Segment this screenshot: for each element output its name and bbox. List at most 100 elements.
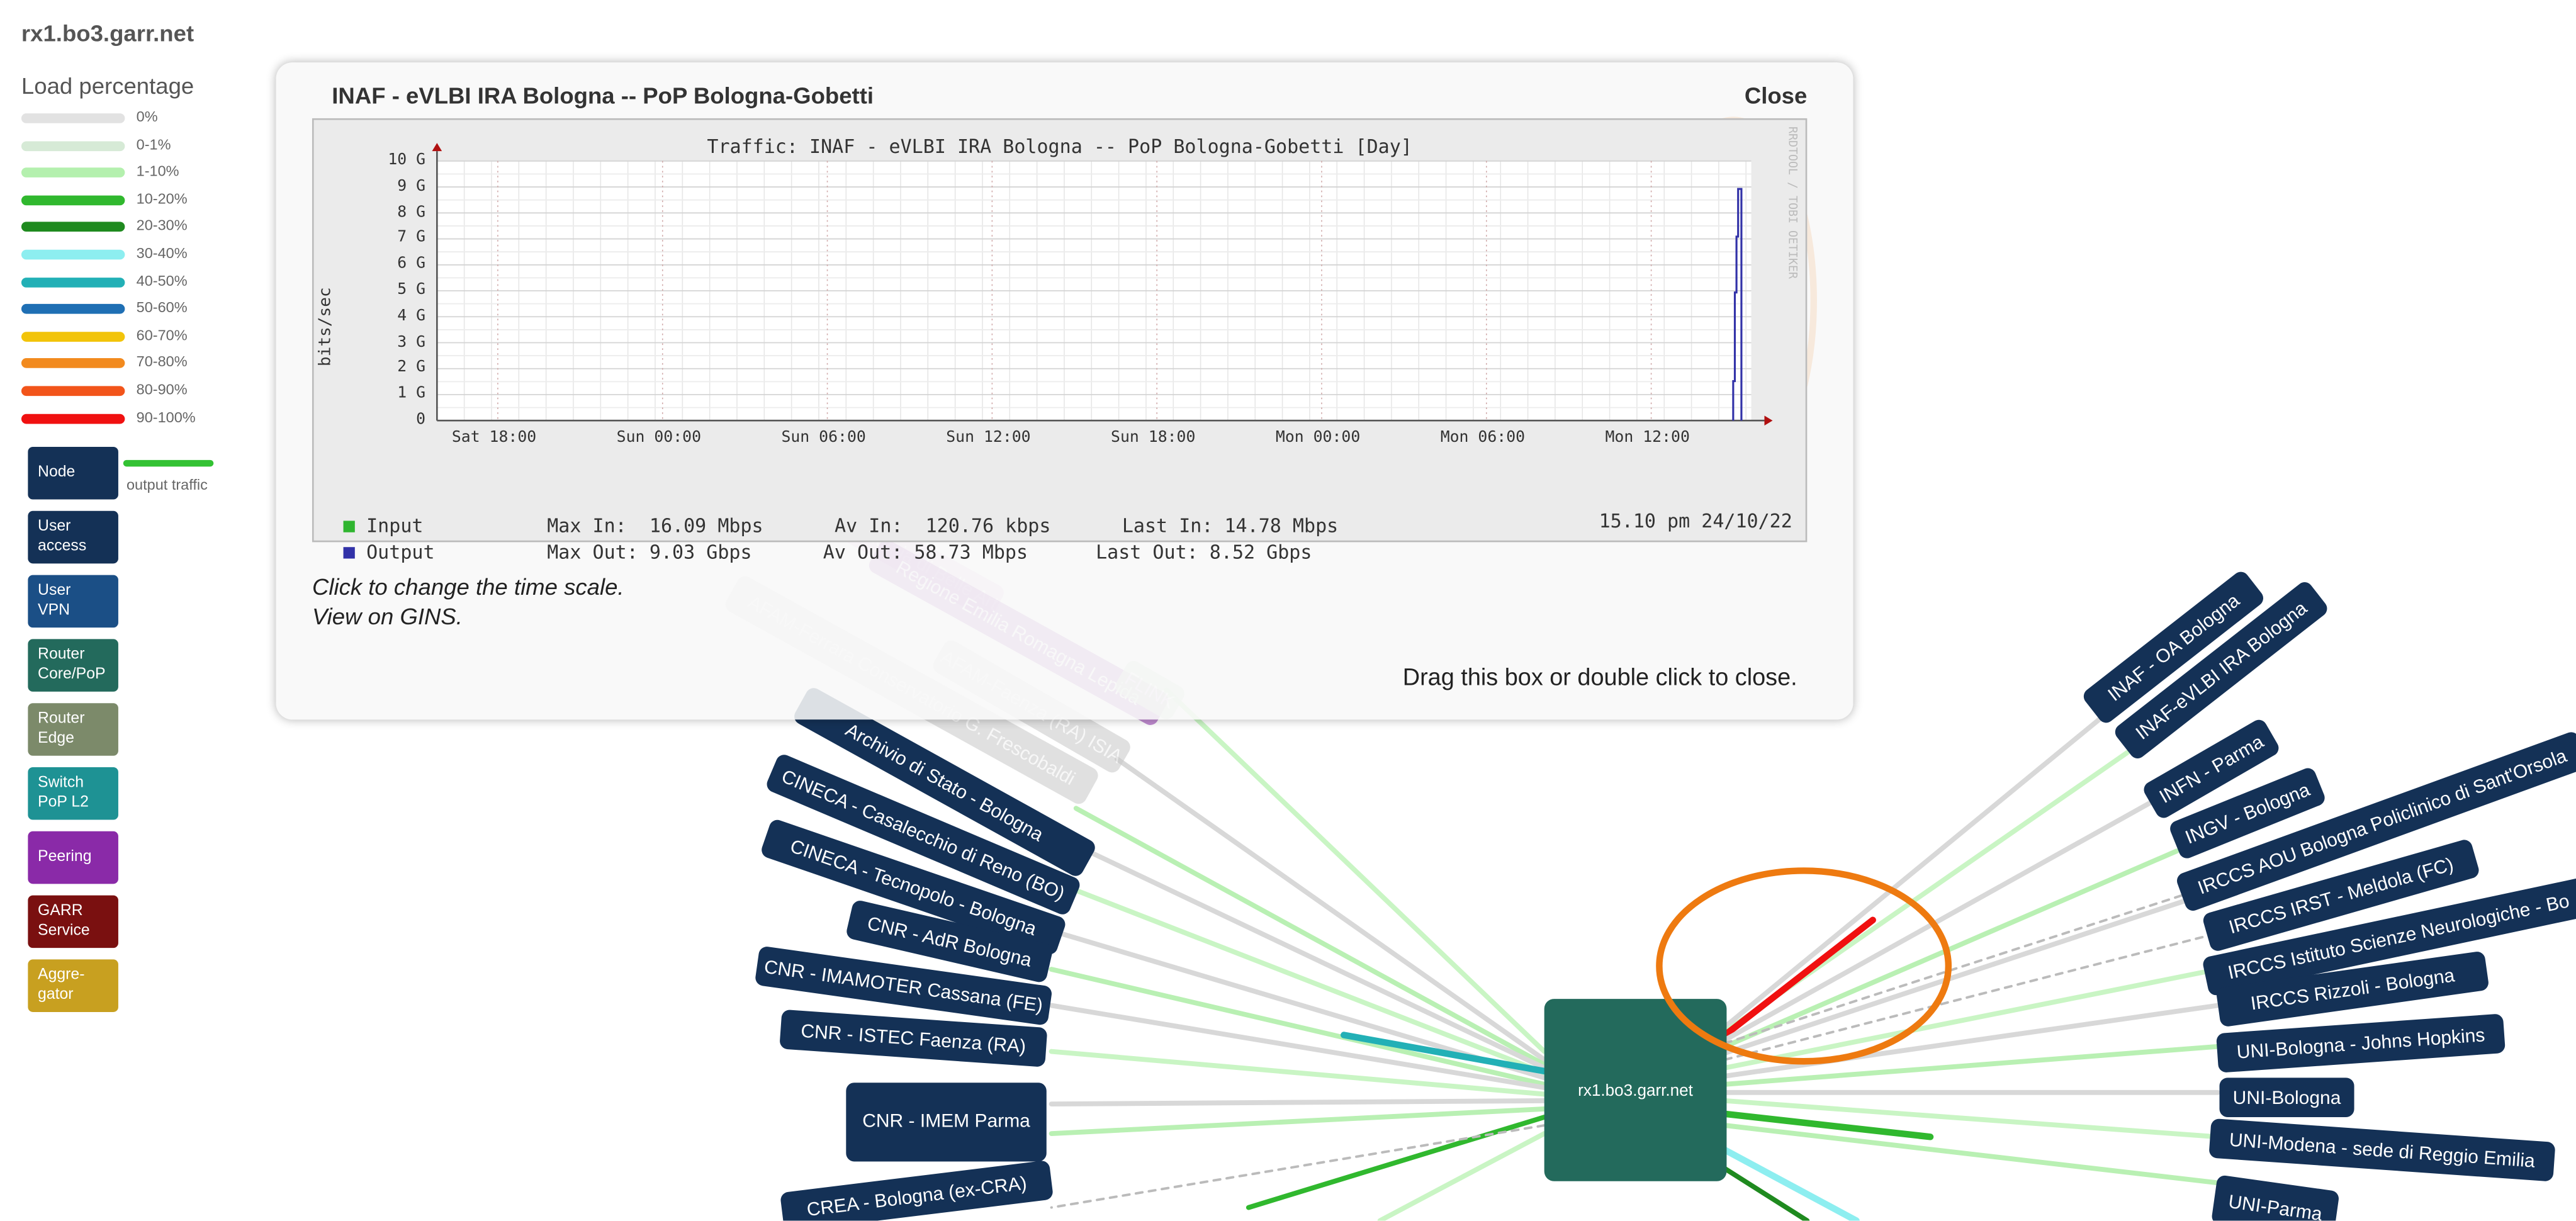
link-line[interactable]: [1049, 1106, 1547, 1137]
graph-node-label: CNR - IMEM Parma: [862, 1111, 1030, 1132]
x-tick-label: Sun 12:00: [946, 429, 1031, 447]
legend-label: 90-100%: [136, 408, 196, 425]
input-legend-swatch: [343, 520, 355, 532]
legend-color-bar: [21, 277, 125, 287]
legend-label: 1-10%: [136, 162, 179, 180]
link-line[interactable]: [1049, 1098, 1547, 1107]
graph-node[interactable]: CREA - Bologna (ex-CRA): [780, 1160, 1054, 1221]
graph-node-label: UNI-Bologna: [2233, 1088, 2341, 1108]
link-line[interactable]: [1721, 916, 1876, 1038]
link-line[interactable]: [1722, 1098, 2220, 1140]
y-tick-label: 1 G: [397, 385, 426, 403]
output-legend-swatch: [343, 547, 355, 559]
graph-node[interactable]: UNI-Modena - sede di Reggio Emilia: [2208, 1118, 2555, 1182]
graph-node[interactable]: UNI-Parma: [2211, 1174, 2340, 1221]
traffic-graph[interactable]: Traffic: INAF - eVLBI IRA Bologna -- PoP…: [312, 118, 1808, 563]
stage: AFAM-Ferrara Conservatorio G. Frescobald…: [0, 0, 2576, 1221]
stat-max-in: Max In: 16.09 Mbps: [547, 514, 763, 537]
y-tick-label: 0: [416, 410, 426, 429]
graph-node[interactable]: CNR - IMEM Parma: [846, 1083, 1047, 1162]
legend-title: Load percentage: [21, 72, 194, 99]
node-type-label: Edge: [38, 729, 74, 748]
node-type-box: Node: [28, 447, 118, 500]
legend-color-bar: [21, 113, 125, 123]
x-tick-label: Sat 18:00: [451, 429, 537, 447]
node-type-box: Peering: [28, 831, 118, 884]
legend-color-bar: [21, 304, 125, 315]
node-type-label: PoP L2: [38, 793, 89, 812]
y-tick-label: 10 G: [388, 151, 426, 169]
legend-color-bar: [21, 386, 125, 397]
center-node[interactable]: rx1.bo3.garr.net: [1544, 999, 1727, 1181]
x-axis-arrow-icon: [1764, 415, 1773, 426]
node-type-box: Router Core/PoP: [28, 639, 118, 692]
node-type-box: GARR Service: [28, 895, 118, 948]
node-type-label: VPN: [38, 601, 70, 620]
legend-label: 0-1%: [136, 135, 171, 152]
host-title: rx1.bo3.garr.net: [21, 20, 194, 47]
link-line[interactable]: [1721, 1110, 1934, 1140]
legend-color-bar: [21, 167, 125, 178]
legend-label: 20-30%: [136, 217, 188, 234]
svg-text:rx1.bo3.garr.net: rx1.bo3.garr.net: [1578, 1081, 1694, 1100]
node-type-label: Router: [38, 645, 85, 664]
output-legend-label: Output: [366, 540, 435, 564]
node-type-label: Node: [38, 463, 76, 481]
traffic-popup[interactable]: INAF - eVLBI IRA Bologna -- PoP Bologna-…: [276, 62, 1853, 720]
link-line[interactable]: [1722, 892, 2204, 1056]
popup-title: INAF - eVLBI IRA Bologna -- PoP Bologna-…: [332, 82, 874, 109]
legend-color-bar: [21, 359, 125, 369]
link-line[interactable]: [1722, 848, 2179, 1049]
x-tick-label: Mon 06:00: [1440, 429, 1526, 447]
legend-label: 50-60%: [136, 299, 188, 316]
y-tick-label: 6 G: [397, 255, 426, 273]
x-tick-label: Sun 00:00: [616, 429, 702, 447]
rrdtool-watermark: RRDTOOL / TOBI OETIKER: [1786, 126, 1799, 279]
change-timescale-link[interactable]: Click to change the time scale.: [312, 573, 624, 600]
link-line[interactable]: [1073, 806, 1547, 1067]
node-type-label: Switch: [38, 774, 84, 792]
close-button[interactable]: Close: [1745, 82, 1808, 109]
legend-color-bar: [21, 195, 125, 205]
legend-label: 60-70%: [136, 326, 188, 344]
legend-color-bar: [21, 140, 125, 151]
legend-label: 70-80%: [136, 354, 188, 371]
legend-label: 80-90%: [136, 381, 188, 398]
graph-node[interactable]: UNI-Bologna: [2219, 1078, 2354, 1118]
stat-av-out: Av Out: 58.73 Mbps: [823, 540, 1028, 564]
graph-node[interactable]: UNI-Bologna - Johns Hopkins: [2216, 1013, 2506, 1072]
link-line[interactable]: [1722, 707, 2114, 1030]
y-tick-label: 9 G: [397, 177, 426, 196]
stat-last-in: Last In: 14.78 Mbps: [1122, 514, 1339, 537]
link-line[interactable]: [1246, 1115, 1547, 1210]
graph-timestamp: 15.10 pm 24/10/22: [1599, 509, 1792, 532]
legend-color-bar: [21, 331, 125, 342]
legend-color-bar: [21, 222, 125, 233]
y-axis-label: bits/sec: [317, 287, 335, 367]
node-type-label: gator: [38, 986, 74, 1004]
y-tick-label: 2 G: [397, 359, 426, 377]
node-type-box: User access: [28, 510, 118, 564]
legend-label: 30-40%: [136, 244, 188, 262]
y-tick-label: 5 G: [397, 281, 426, 300]
output-traffic-label: output traffic: [126, 476, 208, 493]
y-tick-label: 4 G: [397, 307, 426, 325]
x-tick-label: Mon 12:00: [1605, 429, 1690, 447]
legend-color-bar: [21, 249, 125, 260]
y-tick-label: 3 G: [397, 332, 426, 351]
stat-last-out: Last Out: 8.52 Gbps: [1096, 540, 1312, 564]
x-tick-label: Sun 18:00: [1111, 429, 1196, 447]
drag-hint: Drag this box or double click to close.: [1402, 665, 1797, 692]
graph-canvas: [432, 143, 1773, 426]
link-line[interactable]: [1377, 1131, 1547, 1221]
node-type-label: User: [38, 517, 71, 536]
node-type-label: Router: [38, 709, 85, 728]
node-type-box: Aggre-gator: [28, 959, 118, 1012]
y-tick-label: 7 G: [397, 228, 426, 247]
y-axis-arrow-icon: [432, 143, 442, 152]
node-type-box: Switch PoP L2: [28, 767, 118, 820]
link-line[interactable]: [1722, 1123, 2220, 1186]
view-on-gins-link[interactable]: View on GINS.: [312, 603, 463, 629]
x-tick-label: Mon 00:00: [1275, 429, 1361, 447]
node-type-label: Service: [38, 921, 90, 940]
